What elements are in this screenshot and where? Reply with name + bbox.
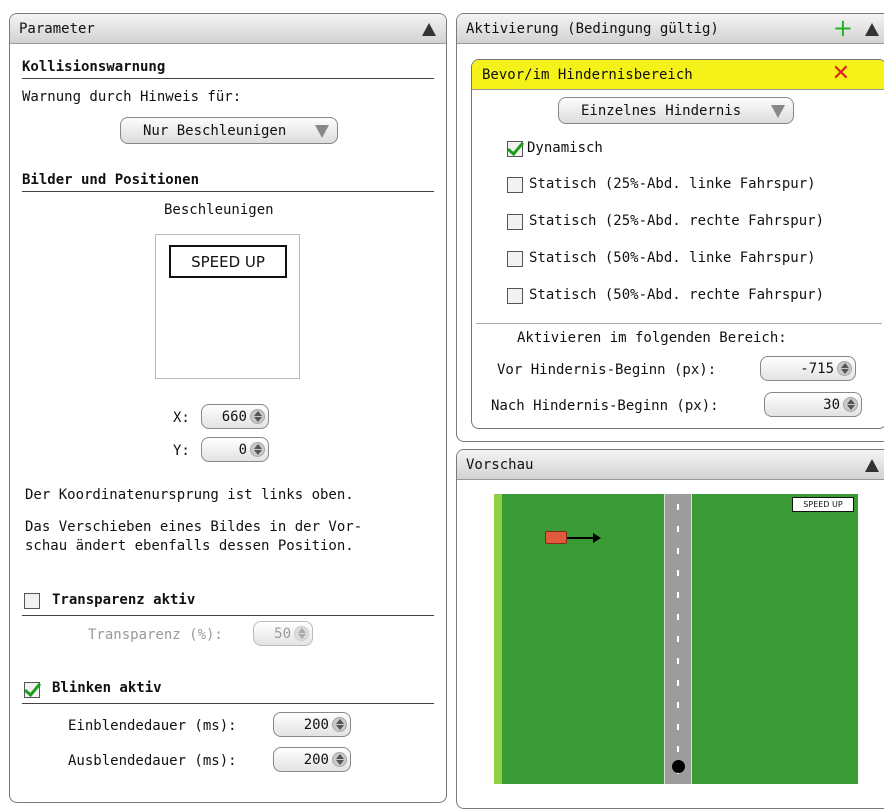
nach-label: Nach Hindernis-Beginn (px): — [491, 398, 719, 414]
blinken-checkbox[interactable] — [24, 682, 40, 698]
obstacle-mode-value: Einzelnes Hindernis — [581, 102, 742, 119]
chevron-down-icon — [771, 105, 785, 118]
speed-up-sign[interactable]: SPEED UP — [792, 497, 854, 512]
warnung-label: Warnung durch Hinweis für: — [22, 89, 242, 105]
option-row[interactable]: Statisch (50%-Abd. linke Fahrspur) — [507, 250, 867, 270]
info-move-line2: schau ändert ebenfalls dessen Position. — [25, 538, 354, 554]
x-spinner[interactable]: 660 — [201, 404, 269, 429]
vor-label: Vor Hindernis-Beginn (px): — [497, 362, 717, 378]
collapse-icon[interactable] — [422, 23, 436, 36]
direction-arrow-icon — [567, 537, 595, 539]
warnung-select-value: Nur Beschleunigen — [143, 122, 287, 139]
option-checkbox[interactable] — [507, 214, 523, 230]
aktivierung-title: Aktivierung (Bedingung gültig) — [466, 20, 719, 37]
option-checkbox[interactable] — [507, 177, 523, 193]
transparenz-heading: Transparenz aktiv — [52, 592, 196, 608]
vor-value: -715 — [800, 360, 834, 377]
condition-box: Bevor/im Hindernisbereich ✕ Einzelnes Hi… — [471, 59, 884, 429]
range-divider — [476, 323, 882, 324]
x-value: 660 — [221, 408, 247, 425]
option-checkbox[interactable] — [507, 141, 523, 157]
spinner-arrows-icon[interactable] — [294, 626, 309, 641]
spinner-arrows-icon[interactable] — [332, 752, 347, 767]
option-row[interactable]: Statisch (25%-Abd. rechte Fahrspur) — [507, 213, 867, 233]
vor-spinner[interactable]: -715 — [760, 356, 856, 381]
parameter-title: Parameter — [19, 20, 95, 37]
lane-marking — [677, 504, 679, 774]
range-heading: Aktivieren im folgenden Bereich: — [517, 330, 787, 346]
parameter-header[interactable]: Parameter — [10, 14, 446, 44]
einblend-label: Einblendedauer (ms): — [68, 718, 237, 734]
obstacle-mode-select[interactable]: Einzelnes Hindernis — [558, 97, 794, 124]
aktivierung-header[interactable]: Aktivierung (Bedingung gültig) + — [457, 14, 884, 44]
blinken-section: Blinken aktiv — [22, 680, 434, 704]
spinner-arrows-icon[interactable] — [843, 397, 858, 412]
option-row[interactable]: Dynamisch — [507, 140, 867, 160]
ausblend-label: Ausblendedauer (ms): — [68, 753, 237, 769]
condition-title: Bevor/im Hindernisbereich — [482, 66, 693, 83]
plus-icon[interactable]: + — [833, 15, 853, 41]
transparenz-section: Transparenz aktiv — [22, 592, 434, 616]
ausblend-value: 200 — [303, 751, 329, 768]
nach-value: 30 — [823, 396, 840, 413]
spinner-arrows-icon[interactable] — [332, 717, 347, 732]
transparenz-value: 50 — [274, 625, 291, 642]
option-checkbox[interactable] — [507, 251, 523, 267]
chevron-down-icon — [315, 125, 329, 138]
einblend-value: 200 — [303, 716, 329, 733]
vorschau-panel: Vorschau SPEED UP — [456, 449, 884, 809]
ausblend-spinner[interactable]: 200 — [273, 747, 351, 772]
einblend-spinner[interactable]: 200 — [273, 712, 351, 737]
bilder-heading: Bilder und Positionen — [22, 172, 434, 192]
info-origin: Der Koordinatenursprung ist links oben. — [25, 487, 354, 503]
option-row[interactable]: Statisch (50%-Abd. rechte Fahrspur) — [507, 287, 867, 307]
option-label: Statisch (50%-Abd. rechte Fahrspur) — [529, 287, 825, 303]
y-value: 0 — [238, 441, 247, 458]
warnung-select[interactable]: Nur Beschleunigen — [120, 117, 338, 144]
option-checkbox[interactable] — [507, 288, 523, 304]
transparenz-label: Transparenz (%): — [88, 627, 223, 643]
parameter-panel: Parameter Kollisionswarnung Warnung durc… — [9, 13, 447, 803]
vorschau-title: Vorschau — [466, 456, 534, 473]
y-spinner[interactable]: 0 — [201, 437, 269, 462]
car-icon[interactable] — [545, 531, 567, 544]
kollisionswarnung-heading: Kollisionswarnung — [22, 59, 434, 79]
close-icon[interactable]: ✕ — [832, 61, 850, 87]
collapse-icon[interactable] — [865, 459, 879, 472]
nach-spinner[interactable]: 30 — [764, 392, 862, 417]
spinner-arrows-icon[interactable] — [837, 361, 852, 376]
option-label: Statisch (50%-Abd. linke Fahrspur) — [529, 250, 816, 266]
condition-header[interactable]: Bevor/im Hindernisbereich ✕ — [472, 60, 884, 90]
option-row[interactable]: Statisch (25%-Abd. linke Fahrspur) — [507, 176, 867, 196]
image-preview-box[interactable]: SPEED UP — [155, 234, 300, 379]
speed-up-image[interactable]: SPEED UP — [169, 245, 287, 278]
x-label: X: — [173, 410, 190, 426]
option-label: Statisch (25%-Abd. linke Fahrspur) — [529, 176, 816, 192]
road-edge-left — [494, 494, 502, 784]
collapse-icon[interactable] — [865, 23, 879, 36]
blinken-heading: Blinken aktiv — [52, 680, 162, 696]
obstacle-marker[interactable] — [672, 760, 685, 773]
image-caption: Beschleunigen — [164, 202, 274, 218]
transparenz-spinner[interactable]: 50 — [253, 621, 313, 646]
direction-arrow-head — [593, 533, 601, 543]
preview-canvas[interactable]: SPEED UP — [494, 494, 858, 784]
spinner-arrows-icon[interactable] — [250, 442, 265, 457]
y-label: Y: — [173, 443, 190, 459]
info-move-line1: Das Verschieben eines Bildes in der Vor- — [25, 519, 363, 535]
vorschau-header[interactable]: Vorschau — [457, 450, 884, 480]
option-label: Statisch (25%-Abd. rechte Fahrspur) — [529, 213, 825, 229]
option-label: Dynamisch — [527, 140, 603, 156]
transparenz-checkbox[interactable] — [24, 593, 40, 609]
aktivierung-panel: Aktivierung (Bedingung gültig) + Bevor/i… — [456, 13, 884, 442]
spinner-arrows-icon[interactable] — [250, 409, 265, 424]
